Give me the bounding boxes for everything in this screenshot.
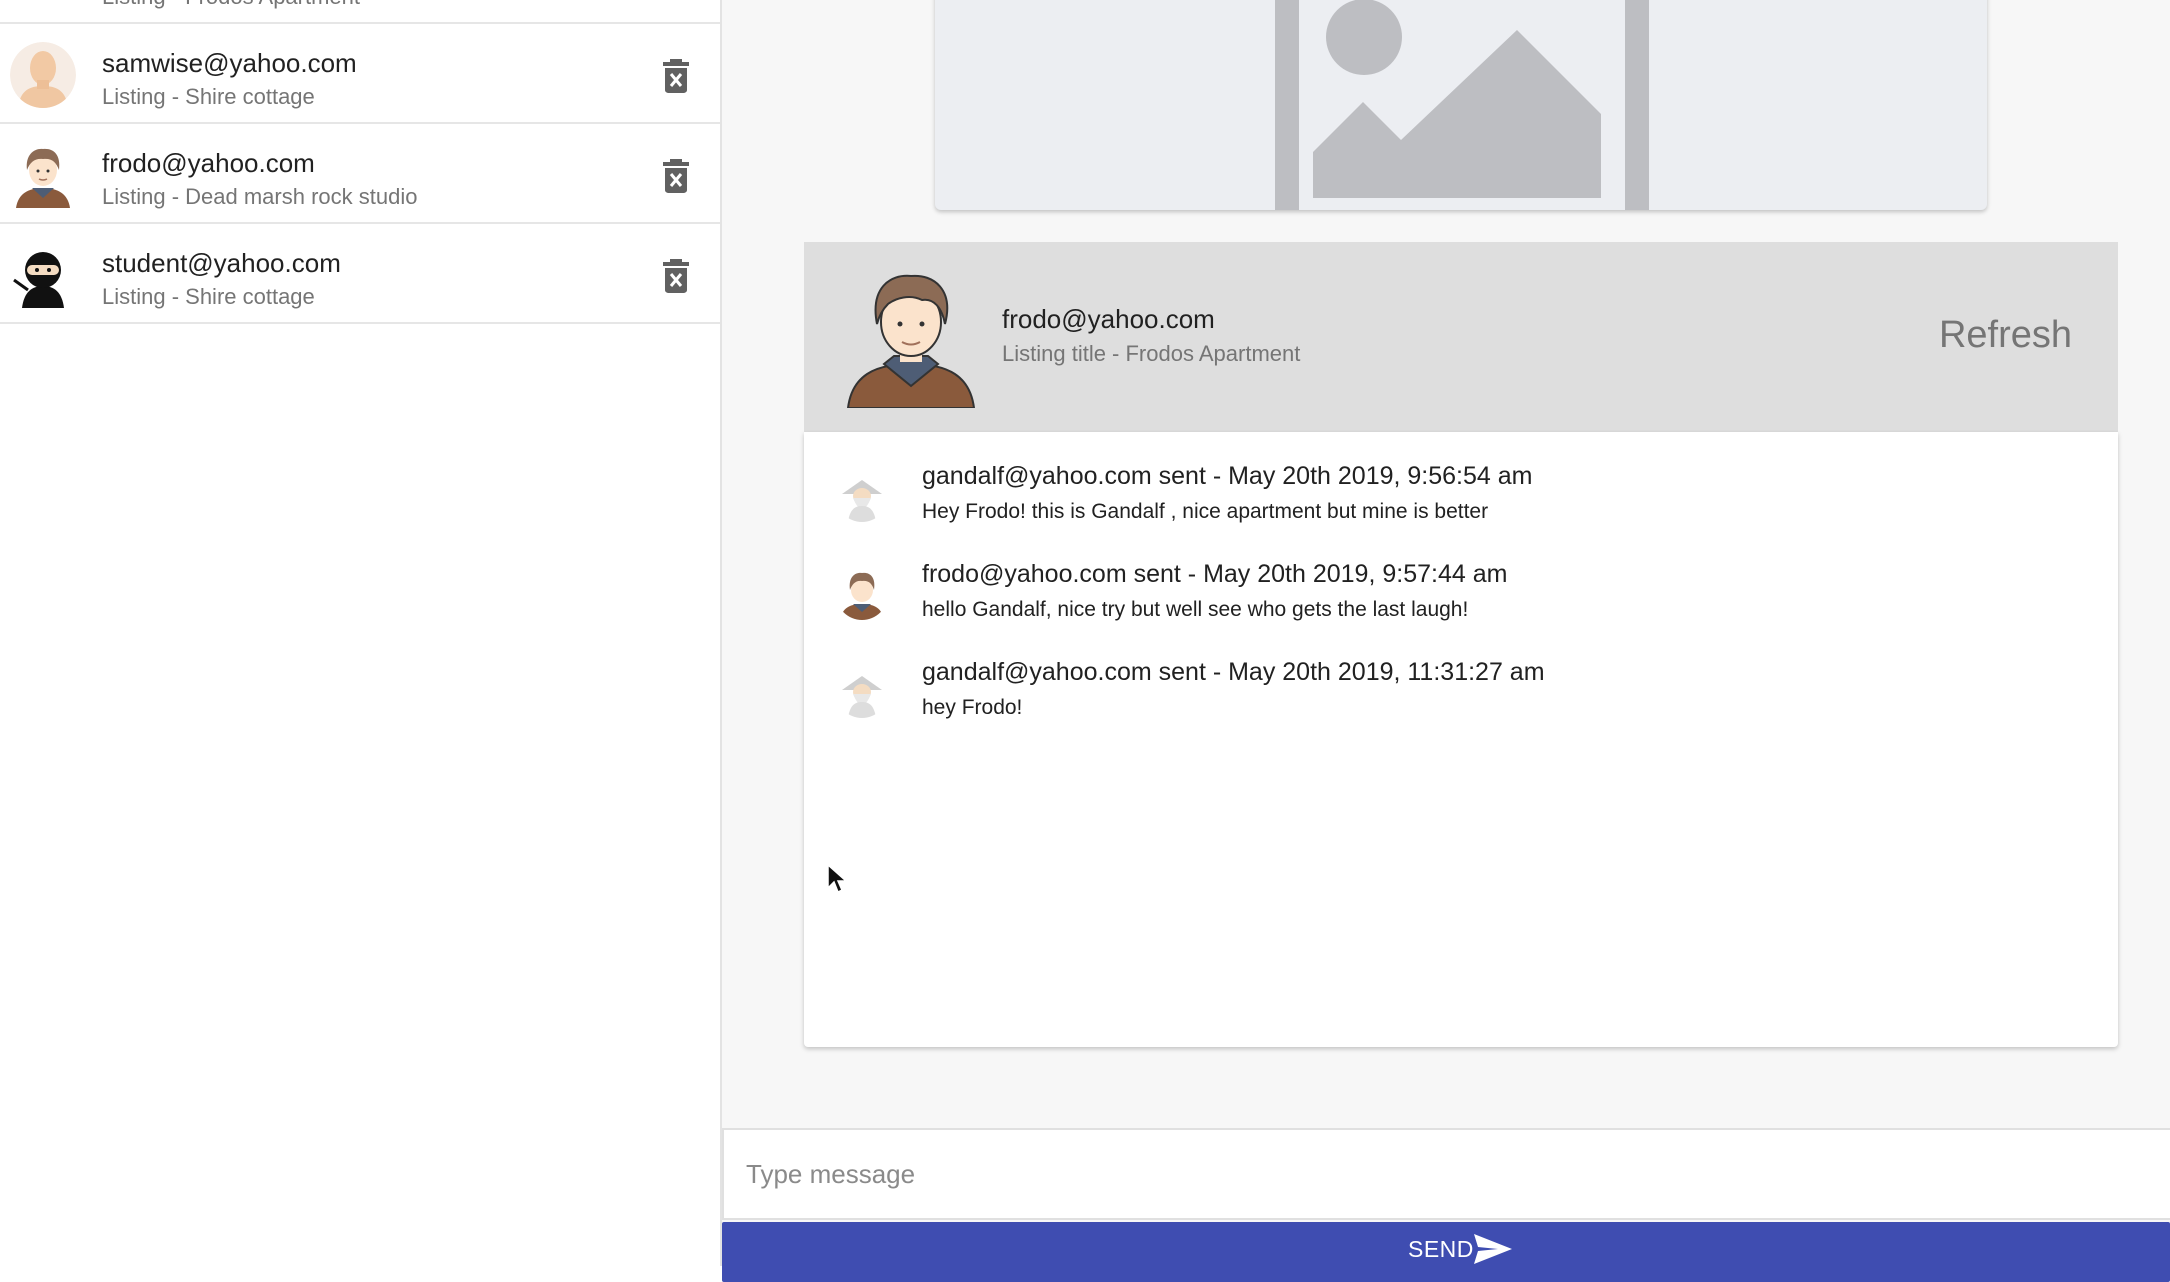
image-placeholder-icon [1275,0,1649,210]
conversation-sidebar: Listing - Frodos Apartment samwise@yahoo… [0,0,722,1266]
conversation-email: samwise@yahoo.com [102,48,357,78]
chat-partner-email: frodo@yahoo.com [1002,304,1215,334]
conversation-listing: Listing - Shire cottage [102,84,315,109]
conversation-item-partial[interactable]: Listing - Frodos Apartment [0,0,720,24]
conversation-item-samwise[interactable]: samwise@yahoo.com Listing - Shire cottag… [0,24,720,124]
ninja-avatar [10,242,76,308]
samwise-avatar [10,42,76,108]
frodo-avatar [844,268,978,409]
message-input[interactable] [744,1148,2144,1200]
chat-listing-title: Listing title - Frodos Apartment [1002,341,1301,366]
send-icon [1474,1234,1512,1264]
chat-panel: frodo@yahoo.com Listing title - Frodos A… [722,0,2170,1282]
conversation-listing: Listing - Shire cottage [102,284,315,309]
message-item: frodo@yahoo.com sent - May 20th 2019, 9:… [804,530,2118,621]
message-meta: frodo@yahoo.com sent - May 20th 2019, 9:… [922,560,1508,588]
message-text: hello Gandalf, nice try but well see who… [922,598,1469,621]
conversation-item-frodo[interactable]: frodo@yahoo.com Listing - Dead marsh roc… [0,124,720,224]
gandalf-avatar [836,666,888,718]
message-meta: gandalf@yahoo.com sent - May 20th 2019, … [922,658,1545,686]
frodo-avatar [836,568,888,620]
message-list: gandalf@yahoo.com sent - May 20th 2019, … [804,432,2118,1047]
message-text: Hey Frodo! this is Gandalf , nice apartm… [922,500,1489,523]
listing-image [935,0,1987,210]
compose-area [722,1128,2170,1220]
message-text: hey Frodo! [922,696,1023,719]
message-meta: gandalf@yahoo.com sent - May 20th 2019, … [922,462,1533,490]
delete-forever-icon[interactable] [660,58,692,94]
message-item: gandalf@yahoo.com sent - May 20th 2019, … [804,628,2118,719]
gandalf-avatar [836,470,888,522]
conversation-listing: Listing - Dead marsh rock studio [102,184,418,209]
send-label: SEND [1408,1236,1474,1262]
delete-forever-icon[interactable] [660,258,692,294]
conversation-item-student[interactable]: student@yahoo.com Listing - Shire cottag… [0,224,720,324]
conversation-email: student@yahoo.com [102,248,341,278]
conversation-listing: Listing - Frodos Apartment [102,0,360,10]
refresh-button[interactable]: Refresh [1939,314,2072,357]
delete-forever-icon[interactable] [660,158,692,194]
chat-header: frodo@yahoo.com Listing title - Frodos A… [804,242,2118,432]
conversation-email: frodo@yahoo.com [102,148,315,178]
message-item: gandalf@yahoo.com sent - May 20th 2019, … [804,432,2118,523]
frodo-avatar [10,142,76,208]
send-button[interactable]: SEND [722,1222,2170,1282]
